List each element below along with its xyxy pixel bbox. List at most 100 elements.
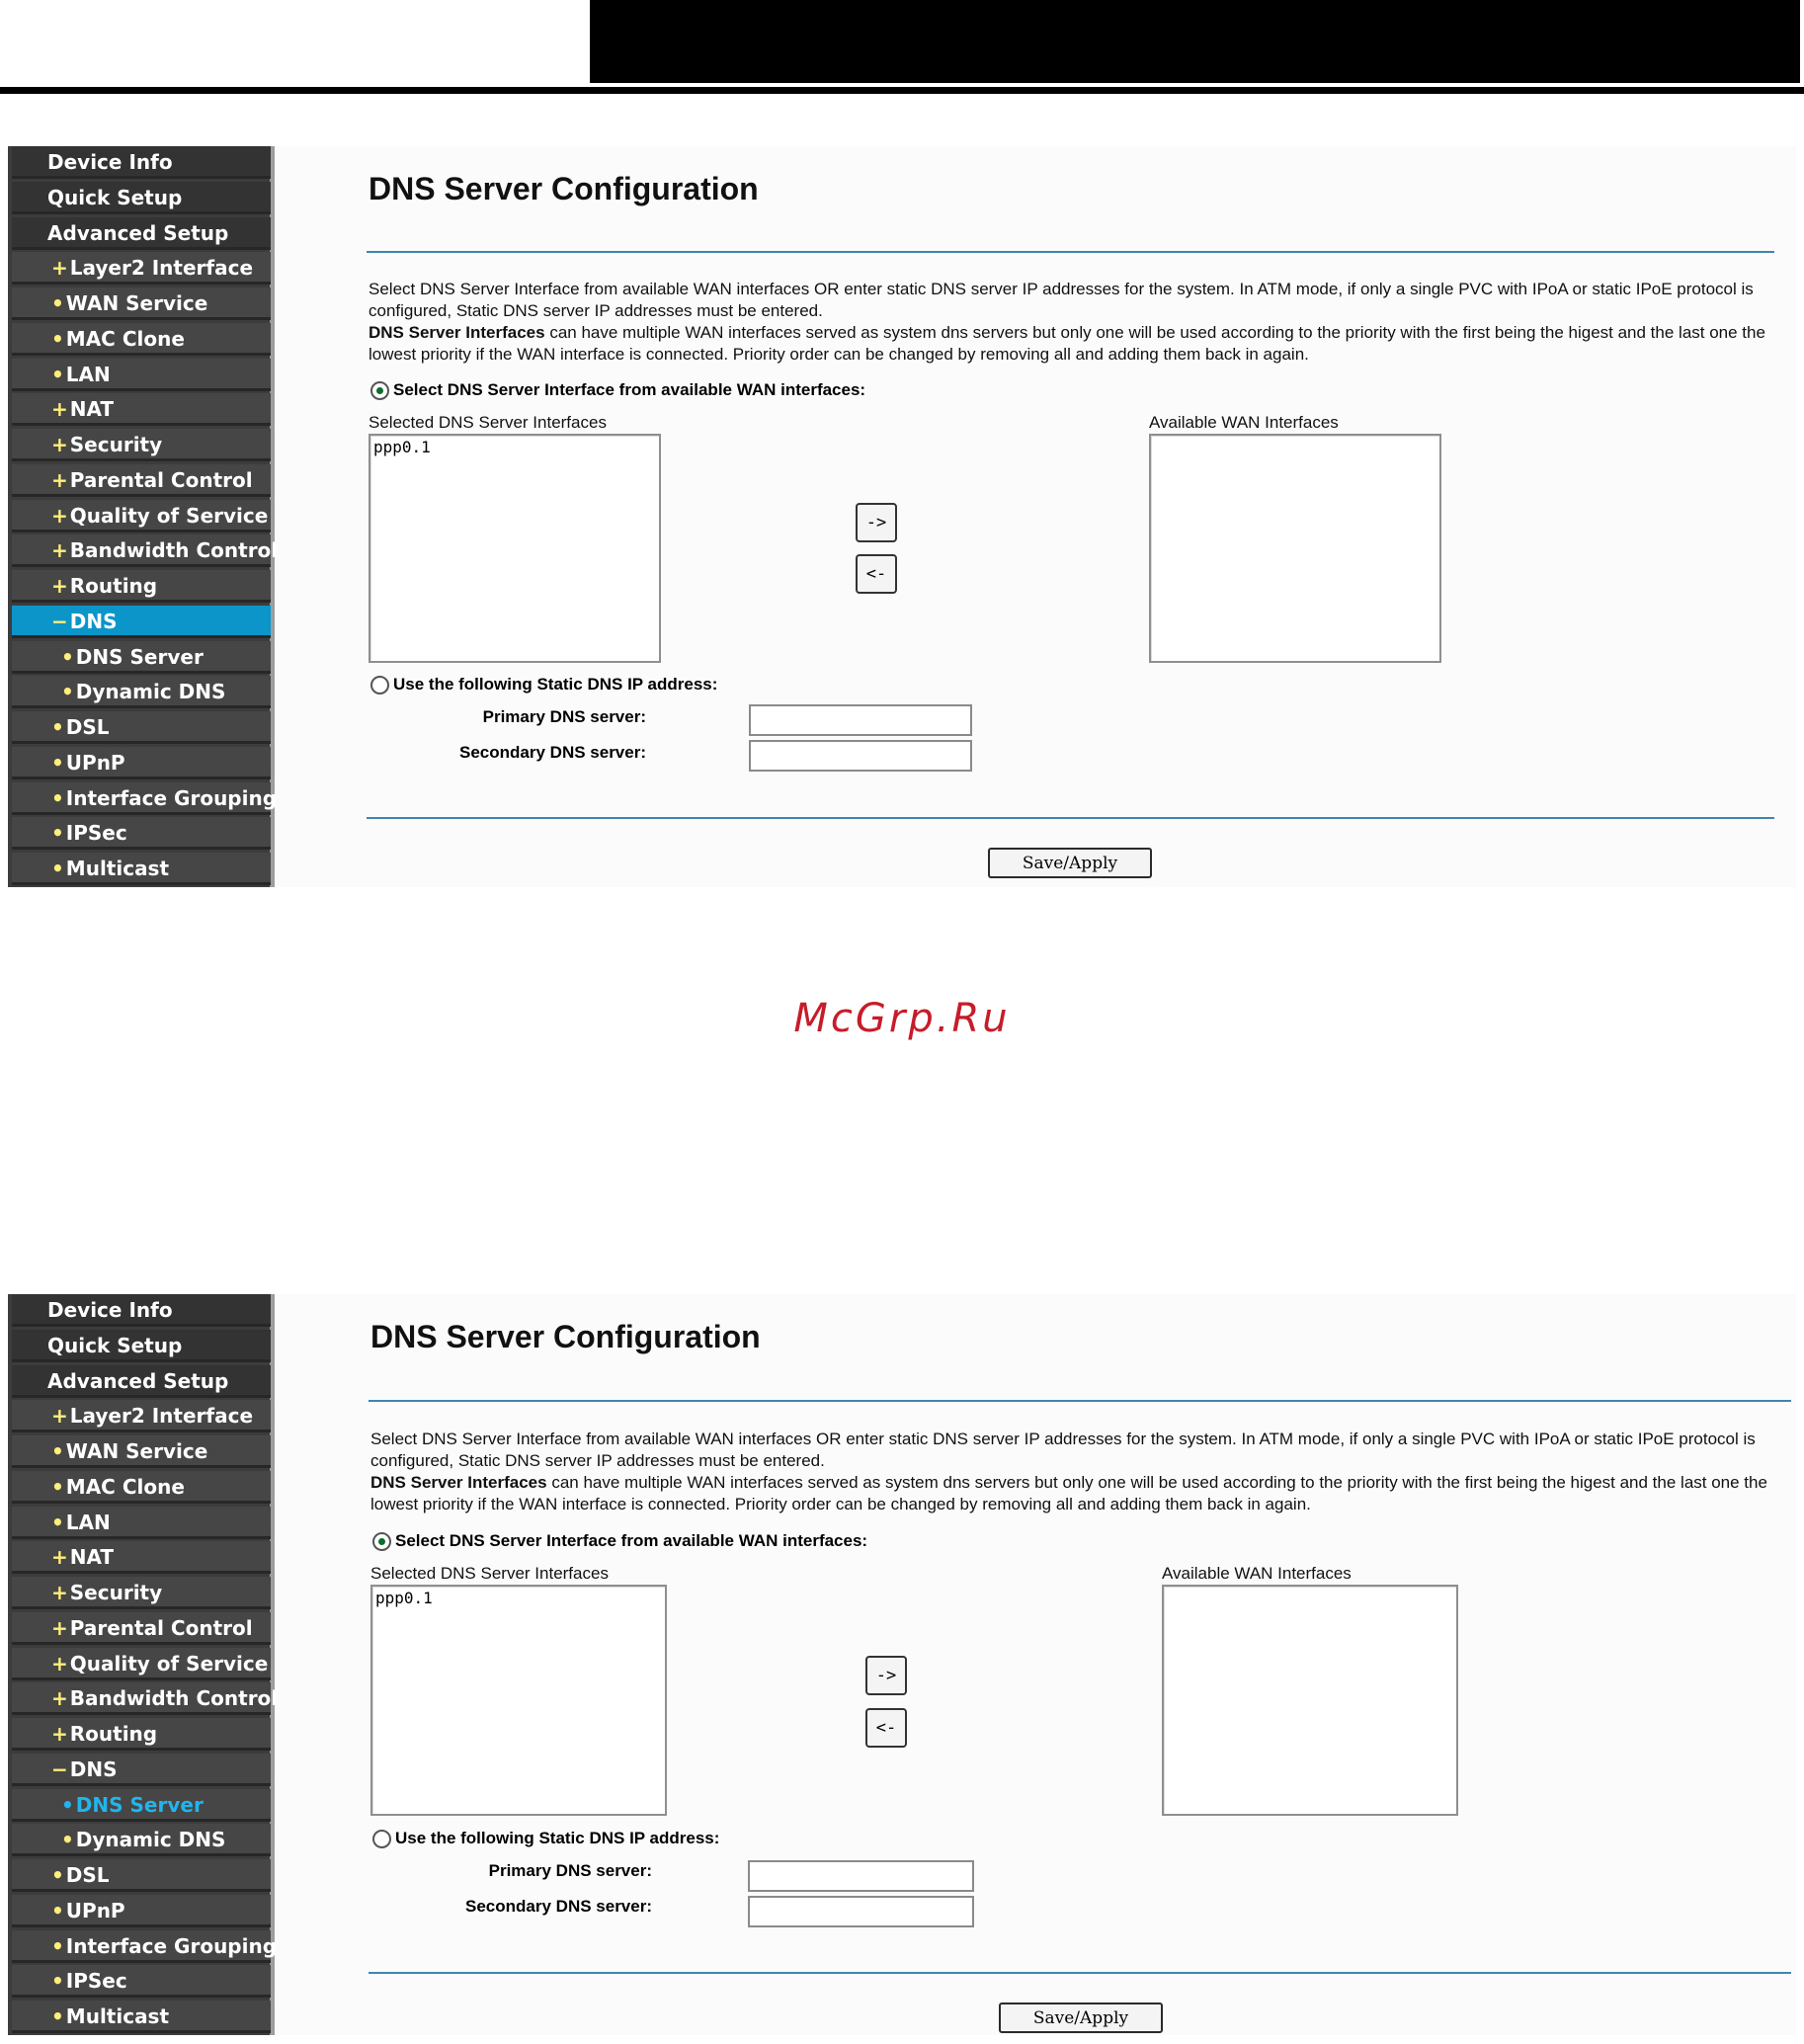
radio-static-dns[interactable]: [372, 1829, 391, 1848]
sidebar-item-device-info[interactable]: Device Info: [12, 146, 271, 179]
sidebar-item-label: DSL: [65, 715, 110, 739]
sidebar-item-device-info[interactable]: Device Info: [12, 1294, 271, 1327]
sidebar-item-layer2-interface[interactable]: + Layer2 Interface: [12, 252, 271, 286]
sidebar-item-upnp[interactable]: • UPnP: [12, 1894, 271, 1927]
sidebar-item-advanced-setup[interactable]: Advanced Setup: [12, 216, 271, 250]
sidebar-bullet-icon: •: [61, 1828, 74, 1852]
sidebar-item-dns-server[interactable]: • DNS Server: [12, 640, 271, 674]
sidebar-item-interface-grouping[interactable]: • Interface Grouping: [12, 1929, 277, 1963]
sidebar-item-parental-control[interactable]: + Parental Control: [12, 1611, 271, 1645]
sidebar-bullet-icon: +: [51, 1722, 68, 1746]
sidebar-item-parental-control[interactable]: + Parental Control: [12, 463, 271, 497]
sidebar-bullet-icon: •: [51, 291, 64, 315]
sidebar-item-security[interactable]: + Security: [12, 429, 271, 461]
sidebar-item-label: Multicast: [65, 857, 170, 880]
divider-top: [367, 251, 1774, 253]
sidebar-item-quality-of-service[interactable]: + Quality of Service: [12, 499, 271, 532]
sidebar-item-dns-server[interactable]: • DNS Server: [12, 1788, 271, 1822]
move-left-button[interactable]: <-: [865, 1708, 907, 1748]
move-right-button[interactable]: ->: [865, 1656, 907, 1695]
sidebar-item-label: Bandwidth Control: [69, 1686, 279, 1711]
radio-wan-interfaces[interactable]: [372, 1531, 391, 1551]
sidebar-item-multicast[interactable]: • Multicast: [12, 2001, 271, 2033]
radio-static-dns[interactable]: [370, 675, 389, 695]
screenshot-dns-server-selected: Device Info Quick Setup Advanced Setup + Lay…: [8, 1294, 1796, 2035]
sidebar-bullet-icon: •: [51, 1863, 64, 1887]
sidebar-item-mac-clone[interactable]: • MAC Clone: [12, 322, 271, 356]
radio-wan-row[interactable]: Select DNS Server Interface from availab…: [372, 1531, 867, 1551]
selected-interfaces-list[interactable]: ppp0.1: [370, 1585, 667, 1816]
sidebar-item-nat[interactable]: + NAT: [12, 393, 271, 427]
sidebar: Device Info Quick Setup Advanced Setup + Lay…: [8, 1294, 278, 2035]
description-text-2: can have multiple WAN interfaces served …: [369, 323, 1765, 364]
sidebar-item-label: DNS: [69, 609, 118, 633]
sidebar-item-nat[interactable]: + NAT: [12, 1541, 271, 1575]
sidebar-item-routing[interactable]: + Routing: [12, 1718, 271, 1751]
description-bold: DNS Server Interfaces: [370, 1473, 547, 1492]
save-apply-button[interactable]: Save/Apply: [999, 2003, 1163, 2033]
sidebar-item-bandwidth-control[interactable]: + Bandwidth Control: [12, 534, 278, 568]
sidebar-item-lan[interactable]: • LAN: [12, 1506, 271, 1539]
sidebar-item-security[interactable]: + Security: [12, 1577, 271, 1609]
sidebar-bullet-icon: •: [51, 1898, 64, 1922]
sidebar-bullet-icon: •: [61, 680, 74, 704]
sidebar-bullet-icon: •: [61, 644, 74, 669]
sidebar-bullet-icon: •: [51, 821, 64, 846]
sidebar-item-ipsec[interactable]: • IPSec: [12, 817, 271, 851]
page-title: DNS Server Configuration: [369, 171, 759, 206]
sidebar-item-label: Bandwidth Control: [69, 538, 279, 563]
sidebar-item-layer2-interface[interactable]: + Layer2 Interface: [12, 1400, 271, 1433]
list-item[interactable]: ppp0.1: [370, 436, 659, 458]
sidebar-item-upnp[interactable]: • UPnP: [12, 746, 271, 779]
sidebar-item-dsl[interactable]: • DSL: [12, 1859, 271, 1892]
sidebar-bullet-icon: +: [51, 433, 68, 456]
description-text-1: Select DNS Server Interface from availab…: [369, 280, 1754, 320]
move-left-button[interactable]: <-: [856, 554, 897, 594]
selected-interfaces-list[interactable]: ppp0.1: [369, 434, 661, 663]
save-apply-button[interactable]: Save/Apply: [988, 848, 1152, 878]
secondary-dns-label: Secondary DNS server:: [465, 1897, 652, 1916]
radio-wan-interfaces[interactable]: [370, 380, 389, 400]
sidebar-item-wan-service[interactable]: • WAN Service: [12, 1435, 271, 1468]
primary-dns-input[interactable]: [748, 1860, 974, 1892]
list-item[interactable]: ppp0.1: [372, 1587, 665, 1609]
sidebar-item-dynamic-dns[interactable]: • Dynamic DNS: [12, 1824, 271, 1857]
sidebar-item-ipsec[interactable]: • IPSec: [12, 1965, 271, 1999]
sidebar-item-dns[interactable]: − DNS: [12, 1753, 271, 1786]
available-interfaces-list[interactable]: [1149, 434, 1441, 663]
selected-interfaces-label: Selected DNS Server Interfaces: [370, 1564, 609, 1583]
sidebar-item-dynamic-dns[interactable]: • Dynamic DNS: [12, 676, 271, 709]
sidebar-item-multicast[interactable]: • Multicast: [12, 853, 271, 885]
sidebar-item-label: Device Info: [47, 1298, 173, 1322]
sidebar-item-advanced-setup[interactable]: Advanced Setup: [12, 1364, 271, 1398]
sidebar-bullet-icon: +: [51, 1404, 68, 1429]
sidebar-item-lan[interactable]: • LAN: [12, 358, 271, 391]
sidebar-item-label: MAC Clone: [65, 326, 185, 351]
sidebar-item-label: Interface Grouping: [65, 785, 278, 810]
description-bold: DNS Server Interfaces: [369, 323, 545, 342]
radio-static-row[interactable]: Use the following Static DNS IP address:: [370, 675, 717, 695]
sidebar-item-wan-service[interactable]: • WAN Service: [12, 287, 271, 320]
sidebar-item-dsl[interactable]: • DSL: [12, 711, 271, 744]
sidebar-bullet-icon: •: [51, 326, 64, 351]
primary-dns-input[interactable]: [749, 704, 972, 736]
sidebar-bullet-icon: −: [51, 609, 68, 633]
radio-static-row[interactable]: Use the following Static DNS IP address:: [372, 1829, 719, 1848]
sidebar-item-mac-clone[interactable]: • MAC Clone: [12, 1470, 271, 1504]
move-right-button[interactable]: ->: [856, 503, 897, 542]
sidebar-item-routing[interactable]: + Routing: [12, 570, 271, 603]
available-interfaces-label: Available WAN Interfaces: [1162, 1564, 1352, 1583]
sidebar-item-bandwidth-control[interactable]: + Bandwidth Control: [12, 1682, 278, 1716]
radio-wan-row[interactable]: Select DNS Server Interface from availab…: [370, 380, 865, 400]
sidebar-item-quick-setup[interactable]: Quick Setup: [12, 181, 271, 214]
sidebar-item-interface-grouping[interactable]: • Interface Grouping: [12, 781, 277, 815]
sidebar-item-quality-of-service[interactable]: + Quality of Service: [12, 1647, 271, 1680]
sidebar-item-label: Routing: [69, 574, 158, 598]
available-interfaces-list[interactable]: [1162, 1585, 1458, 1816]
sidebar-item-dns[interactable]: − DNS: [12, 605, 271, 638]
secondary-dns-input[interactable]: [749, 740, 972, 772]
secondary-dns-input[interactable]: [748, 1896, 974, 1927]
sidebar-bullet-icon: •: [51, 2004, 64, 2028]
radio-wan-label: Select DNS Server Interface from availab…: [393, 380, 866, 399]
sidebar-item-quick-setup[interactable]: Quick Setup: [12, 1329, 271, 1362]
